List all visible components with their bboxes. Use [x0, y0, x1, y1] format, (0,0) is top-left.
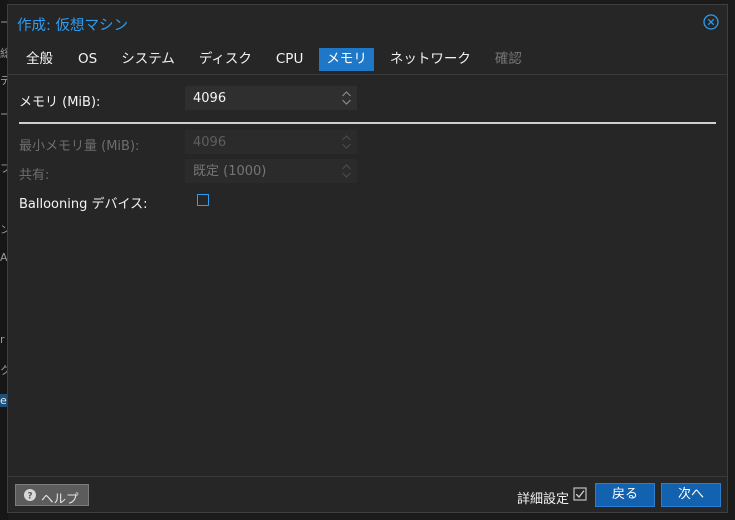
background-text: e	[0, 394, 7, 407]
tab-general[interactable]: 全般	[18, 48, 61, 71]
background-text: r	[0, 333, 5, 346]
min-memory-field	[185, 130, 357, 154]
ballooning-checkbox[interactable]	[197, 194, 209, 206]
close-circle-icon	[703, 14, 719, 30]
min-memory-label: 最小メモリ量 (MiB):	[19, 139, 140, 154]
memory-row: メモリ (MiB):	[19, 86, 359, 110]
help-label: ヘルプ	[41, 491, 79, 506]
help-button[interactable]: ? ヘルプ	[15, 484, 89, 506]
dialog-title: 作成: 仮想マシン	[17, 18, 128, 34]
background-text: フ	[0, 162, 7, 175]
shares-label: 共有:	[19, 168, 50, 183]
spinner-arrows-icon	[342, 164, 351, 178]
min-memory-row: 最小メモリ量 (MiB):	[19, 130, 359, 154]
question-circle-icon: ?	[24, 489, 36, 501]
background-text: ク	[0, 364, 7, 377]
min-memory-input	[186, 131, 336, 153]
footer-divider	[8, 476, 727, 477]
ballooning-row: Ballooning デバイス:	[19, 188, 359, 212]
spinner-arrows-icon[interactable]	[341, 90, 352, 106]
background-text: A	[0, 251, 7, 264]
background-text: デ	[0, 74, 7, 87]
memory-field	[185, 86, 357, 110]
background-text: ー	[0, 108, 7, 121]
memory-input[interactable]	[186, 87, 336, 109]
ballooning-label: Ballooning デバイス:	[19, 197, 148, 212]
svg-text:?: ?	[27, 491, 32, 501]
dialog-header: 作成: 仮想マシン	[8, 5, 727, 41]
section-separator	[19, 122, 716, 124]
advanced-label: 詳細設定	[517, 492, 570, 507]
background-text: ン	[0, 223, 7, 236]
tab-confirm: 確認	[494, 50, 522, 67]
advanced-checkbox-checked-icon[interactable]	[573, 487, 587, 501]
next-button[interactable]: 次へ	[661, 483, 721, 507]
create-vm-dialog: 作成: 仮想マシン 全般 OS システム ディスク CPU メモリ ネットワーク…	[7, 4, 728, 513]
tab-network[interactable]: ネットワーク	[382, 48, 479, 71]
shares-row: 共有:	[19, 159, 359, 183]
background-text: 総	[0, 47, 7, 60]
shares-field	[185, 159, 357, 183]
tab-cpu[interactable]: CPU	[268, 48, 311, 71]
back-button[interactable]: 戻る	[595, 483, 655, 507]
tabs-divider	[8, 74, 727, 75]
spinner-arrows-icon	[342, 135, 351, 149]
tab-disk[interactable]: ディスク	[191, 48, 260, 71]
close-icon[interactable]	[703, 14, 719, 30]
background-text: ー	[0, 16, 7, 29]
memory-label: メモリ (MiB):	[19, 95, 101, 110]
tab-memory[interactable]: メモリ	[319, 47, 374, 71]
wizard-tabs: 全般 OS システム ディスク CPU メモリ ネットワーク 確認	[18, 47, 538, 71]
tab-os[interactable]: OS	[70, 48, 105, 71]
tab-system[interactable]: システム	[113, 48, 183, 71]
shares-input	[186, 160, 336, 182]
